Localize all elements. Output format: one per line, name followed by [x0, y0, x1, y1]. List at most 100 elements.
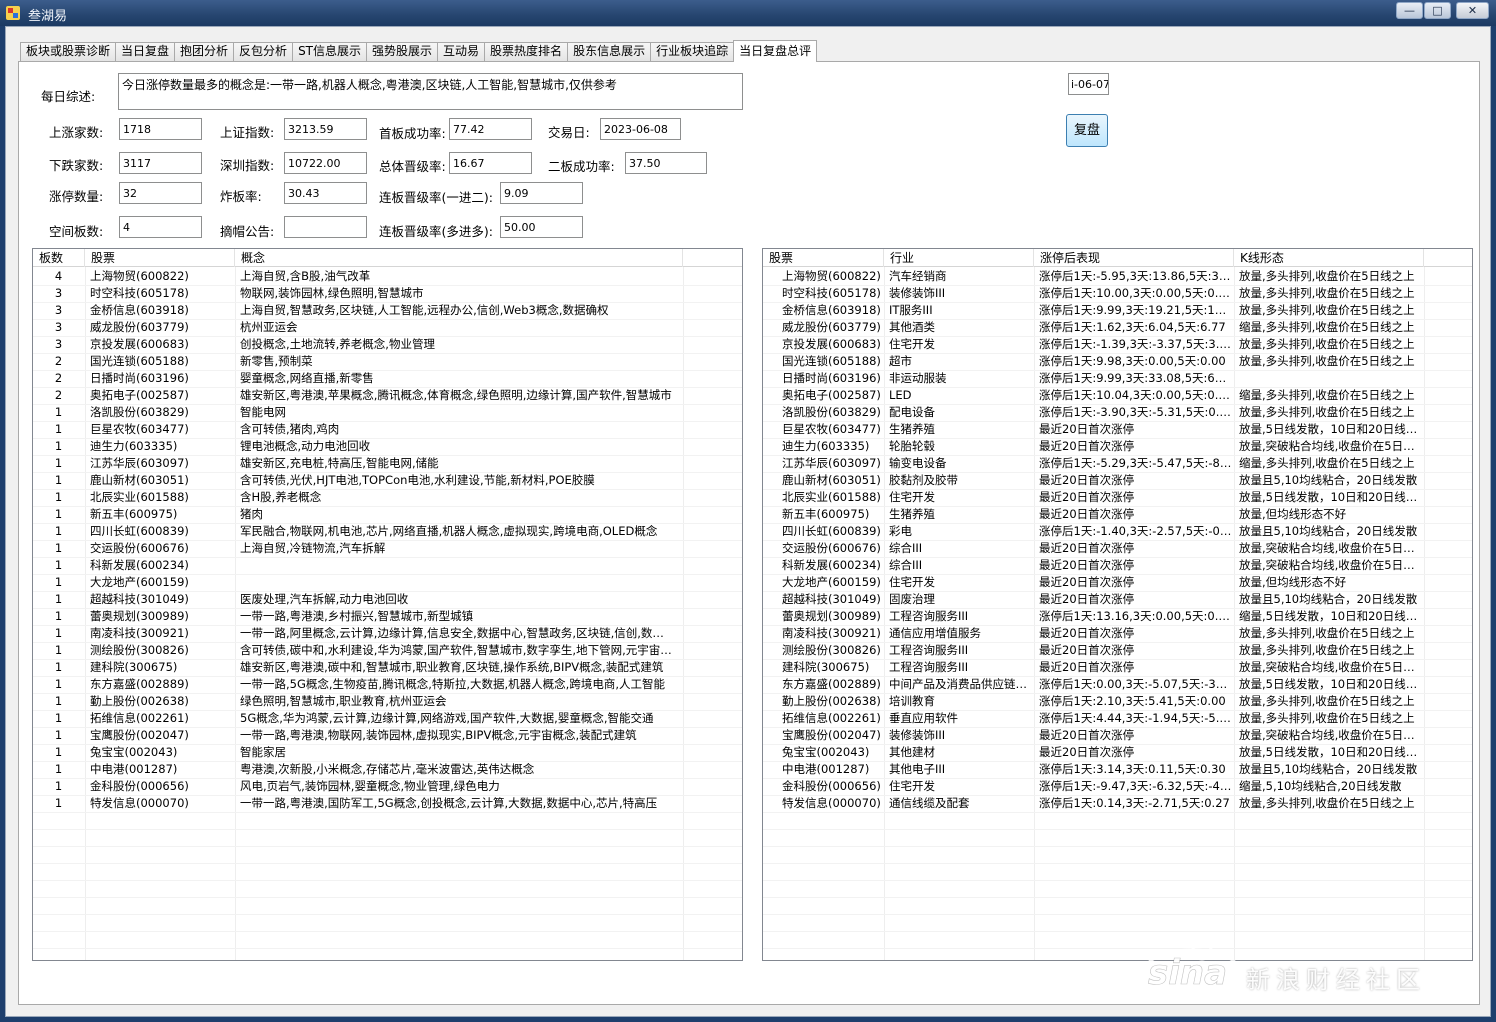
table-row[interactable]: 交运股份(600676) 综合III 最近20日首次涨停 放量,突破粘合均线,收盘价在… — [763, 540, 1472, 557]
col-header-stock[interactable]: 股票 — [85, 249, 235, 267]
cap-notice-field[interactable] — [284, 216, 367, 238]
table-row[interactable]: 南凌科技(300921) 通信应用增值服务 最近20日首次涨停 放量,多头排列,收盘价… — [763, 625, 1472, 642]
table-row[interactable]: 江苏华辰(603097) 输变电设备 涨停后1天:-5.29,3天:-5.47,5天… — [763, 455, 1472, 472]
table-row[interactable]: 1 金科股份(000656) 风电,页岩气,装饰园林,婴童概念,物业管理,绿色电力 — [33, 778, 742, 795]
table-row[interactable]: 1 科新发展(600234) — [33, 557, 742, 574]
table-row[interactable]: 1 北辰实业(601588) 含H股,养老概念 — [33, 489, 742, 506]
sz-index-field[interactable]: 10722.00 — [284, 152, 367, 174]
table-row[interactable]: 国光连锁(605188) 超市 涨停后1天:9.98,3天:0.00,5天:0.00… — [763, 353, 1472, 370]
table-row[interactable]: 四川长虹(600839) 彩电 涨停后1天:-1.40,3天:-2.57,5天:-0… — [763, 523, 1472, 540]
table-row[interactable]: 超越科技(301049) 固废治理 最近20日首次涨停 放量且5,10均线粘合，20日… — [763, 591, 1472, 608]
maximize-button[interactable]: □ — [1424, 2, 1451, 19]
table-row[interactable]: 迪生力(603335) 轮胎轮毂 最近20日首次涨停 放量,突破粘合均线,收盘价在5日… — [763, 438, 1472, 455]
tab-3[interactable]: 反包分析 — [233, 42, 294, 61]
tab-0[interactable]: 板块或股票诊断 — [20, 42, 117, 61]
table-row[interactable]: 北辰实业(601588) 住宅开发 最近20日首次涨停 放量,5日线发散，10日和20… — [763, 489, 1472, 506]
table-row[interactable]: 东方嘉盛(002889) 中间产品及消费品供应链服务 涨停后1天:0.00,3天:-… — [763, 676, 1472, 693]
table-row[interactable]: 1 新五丰(600975) 猪肉 — [33, 506, 742, 523]
table-row[interactable]: 3 京投发展(600683) 创投概念,土地流转,养老概念,物业管理 — [33, 336, 742, 353]
table-row[interactable]: 1 兔宝宝(002043) 智能家居 — [33, 744, 742, 761]
broken-rate-field[interactable]: 30.43 — [284, 182, 367, 204]
table-row[interactable]: 1 测绘股份(300826) 含可转债,碳中和,水利建设,华为鸿蒙,国产软件,智慧城… — [33, 642, 742, 659]
col-header-boards[interactable]: 板数 — [33, 249, 85, 267]
table-row[interactable]: 2 国光连锁(605188) 新零售,预制菜 — [33, 353, 742, 370]
limitup-concept-grid[interactable]: 板数 股票 概念 4 上海物贸(600822) 上海自贸,含B股,油气改革 3 时空科技… — [32, 248, 743, 961]
promo-12-field[interactable]: 9.09 — [500, 182, 583, 204]
date-picker[interactable]: i-06-07 — [1068, 73, 1109, 95]
table-row[interactable]: 新五丰(600975) 生猪养殖 最近20日首次涨停 放量,但均线形态不好 — [763, 506, 1472, 523]
tab-4[interactable]: ST信息展示 — [292, 42, 368, 61]
tab-7[interactable]: 股票热度排名 — [484, 42, 569, 61]
minimize-button[interactable]: — — [1396, 2, 1423, 19]
table-row[interactable]: 宝鹰股份(002047) 装修装饰III 最近20日首次涨停 放量,突破粘合均线,收盘… — [763, 727, 1472, 744]
col-header-concept[interactable]: 概念 — [235, 249, 683, 267]
table-row[interactable]: 1 迪生力(603335) 锂电池概念,动力电池回收 — [33, 438, 742, 455]
table-row[interactable]: 1 南凌科技(300921) 一带一路,阿里概念,云计算,边缘计算,信息安全,数据中… — [33, 625, 742, 642]
sh-index-field[interactable]: 3213.59 — [284, 118, 367, 140]
table-row[interactable]: 鹿山新材(603051) 胶黏剂及胶带 最近20日首次涨停 放量且5,10均线粘合，2… — [763, 472, 1472, 489]
col-header-industry[interactable]: 行业 — [884, 249, 1034, 267]
table-row[interactable]: 特发信息(000070) 通信线缆及配套 涨停后1天:0.14,3天:-2.71,5… — [763, 795, 1472, 812]
table-row[interactable]: 1 洛凯股份(603829) 智能电网 — [33, 404, 742, 421]
first-board-field[interactable]: 77.42 — [449, 118, 532, 140]
promo-multi-field[interactable]: 50.00 — [500, 216, 583, 238]
table-row[interactable]: 1 巨星农牧(603477) 含可转债,猪肉,鸡肉 — [33, 421, 742, 438]
col-header-kline[interactable]: K线形态 — [1234, 249, 1424, 267]
table-row[interactable]: 1 江苏华辰(603097) 雄安新区,充电桩,特高压,智能电网,储能 — [33, 455, 742, 472]
table-row[interactable]: 1 中电港(001287) 粤港澳,次新股,小米概念,存储芯片,毫米波雷达,英伟达概… — [33, 761, 742, 778]
table-row[interactable]: 洛凯股份(603829) 配电设备 涨停后1天:-3.90,3天:-5.31,5天:… — [763, 404, 1472, 421]
table-row[interactable]: 2 日播时尚(603196) 婴童概念,网络直播,新零售 — [33, 370, 742, 387]
table-row[interactable]: 1 拓维信息(002261) 5G概念,华为鸿蒙,云计算,边缘计算,网络游戏,国产软… — [33, 710, 742, 727]
table-row[interactable]: 日播时尚(603196) 非运动服装 涨停后1天:9.99,3天:33.08,5天:… — [763, 370, 1472, 387]
table-row[interactable]: 3 时空科技(605178) 物联网,装饰园林,绿色照明,智慧城市 — [33, 285, 742, 302]
table-row[interactable]: 1 鹿山新材(603051) 含可转债,光伏,HJT电池,TOPCon电池,水利建设… — [33, 472, 742, 489]
tab-10[interactable]: 当日复盘总评 — [733, 40, 818, 62]
tab-1[interactable]: 当日复盘 — [115, 42, 176, 61]
table-row[interactable]: 3 威龙股份(603779) 杭州亚运会 — [33, 319, 742, 336]
tab-2[interactable]: 抱团分析 — [174, 42, 235, 61]
table-row[interactable]: 奥拓电子(002587) LED 涨停后1天:10.04,3天:0.00,5天:0.… — [763, 387, 1472, 404]
replay-button[interactable]: 复盘 — [1066, 114, 1108, 147]
table-row[interactable]: 1 交运股份(600676) 上海自贸,冷链物流,汽车拆解 — [33, 540, 742, 557]
table-row[interactable]: 建科院(300675) 工程咨询服务III 最近20日首次涨停 放量,突破粘合均线,收… — [763, 659, 1472, 676]
table-row[interactable]: 4 上海物贸(600822) 上海自贸,含B股,油气改革 — [33, 268, 742, 285]
table-row[interactable]: 1 大龙地产(600159) — [33, 574, 742, 591]
up-count-field[interactable]: 1718 — [119, 118, 202, 140]
table-row[interactable]: 京投发展(600683) 住宅开发 涨停后1天:-1.39,3天:-3.37,5天:… — [763, 336, 1472, 353]
summary-textbox[interactable]: 今日涨停数量最多的概念是:一带一路,机器人概念,粤港澳,区块链,人工智能,智慧城… — [118, 73, 743, 110]
table-row[interactable]: 金桥信息(603918) IT服务III 涨停后1天:9.99,3天:19.21,5… — [763, 302, 1472, 319]
down-count-field[interactable]: 3117 — [119, 152, 202, 174]
table-row[interactable]: 拓维信息(002261) 垂直应用软件 涨停后1天:4.44,3天:-1.94,5天… — [763, 710, 1472, 727]
table-row[interactable]: 蕾奥规划(300989) 工程咨询服务III 涨停后1天:13.16,3天:0.00… — [763, 608, 1472, 625]
limitup-performance-grid[interactable]: 股票 行业 涨停后表现 K线形态 上海物贸(600822) 汽车经销商 涨停后1天:… — [762, 248, 1473, 961]
table-row[interactable]: 1 建科院(300675) 雄安新区,粤港澳,碳中和,智慧城市,职业教育,区块链,操… — [33, 659, 742, 676]
tab-6[interactable]: 互动易 — [437, 42, 486, 61]
col-header-stock[interactable]: 股票 — [763, 249, 884, 267]
table-row[interactable]: 巨星农牧(603477) 生猪养殖 最近20日首次涨停 放量,5日线发散，10日和20… — [763, 421, 1472, 438]
table-row[interactable]: 1 特发信息(000070) 一带一路,粤港澳,国防军工,5G概念,创投概念,云计算… — [33, 795, 742, 812]
table-row[interactable]: 金科股份(000656) 住宅开发 涨停后1天:-9.47,3天:-6.32,5天:… — [763, 778, 1472, 795]
second-board-field[interactable]: 37.50 — [625, 152, 707, 174]
trade-date-field[interactable]: 2023-06-08 — [600, 118, 681, 140]
table-row[interactable]: 1 蕾奥规划(300989) 一带一路,粤港澳,乡村振兴,智慧城市,新型城镇 — [33, 608, 742, 625]
table-row[interactable]: 勤上股份(002638) 培训教育 涨停后1天:2.10,3天:5.41,5天:0.… — [763, 693, 1472, 710]
table-row[interactable]: 时空科技(605178) 装修装饰III 涨停后1天:10.00,3天:0.00,5… — [763, 285, 1472, 302]
table-row[interactable]: 1 四川长虹(600839) 军民融合,物联网,机电池,芯片,网络直播,机器人概念,… — [33, 523, 742, 540]
table-row[interactable]: 科新发展(600234) 综合III 最近20日首次涨停 放量,突破粘合均线,收盘价在… — [763, 557, 1472, 574]
table-row[interactable]: 上海物贸(600822) 汽车经销商 涨停后1天:-5.95,3天:13.86,5天… — [763, 268, 1472, 285]
table-row[interactable]: 兔宝宝(002043) 其他建材 最近20日首次涨停 放量,5日线发散，10日和20日… — [763, 744, 1472, 761]
limitup-count-field[interactable]: 32 — [119, 182, 202, 204]
total-promo-field[interactable]: 16.67 — [449, 152, 532, 174]
table-row[interactable]: 2 奥拓电子(002587) 雄安新区,粤港澳,苹果概念,腾讯概念,体育概念,绿色照… — [33, 387, 742, 404]
col-header-performance[interactable]: 涨停后表现 — [1034, 249, 1234, 267]
table-row[interactable]: 1 东方嘉盛(002889) 一带一路,5G概念,生物疫苗,腾讯概念,特斯拉,大数据… — [33, 676, 742, 693]
table-row[interactable]: 测绘股份(300826) 工程咨询服务III 最近20日首次涨停 放量,多头排列,收盘… — [763, 642, 1472, 659]
tab-8[interactable]: 股东信息展示 — [567, 42, 652, 61]
table-row[interactable]: 1 超越科技(301049) 医废处理,汽车拆解,动力电池回收 — [33, 591, 742, 608]
table-row[interactable]: 中电港(001287) 其他电子III 涨停后1天:3.14,3天:0.11,5天:… — [763, 761, 1472, 778]
table-row[interactable]: 大龙地产(600159) 住宅开发 最近20日首次涨停 放量,但均线形态不好 — [763, 574, 1472, 591]
table-row[interactable]: 1 宝鹰股份(002047) 一带一路,粤港澳,物联网,装饰园林,虚拟现实,BIPV… — [33, 727, 742, 744]
space-board-field[interactable]: 4 — [119, 216, 202, 238]
table-row[interactable]: 1 勤上股份(002638) 绿色照明,智慧城市,职业教育,杭州亚运会 — [33, 693, 742, 710]
table-row[interactable]: 3 金桥信息(603918) 上海自贸,智慧政务,区块链,人工智能,远程办公,信创,… — [33, 302, 742, 319]
